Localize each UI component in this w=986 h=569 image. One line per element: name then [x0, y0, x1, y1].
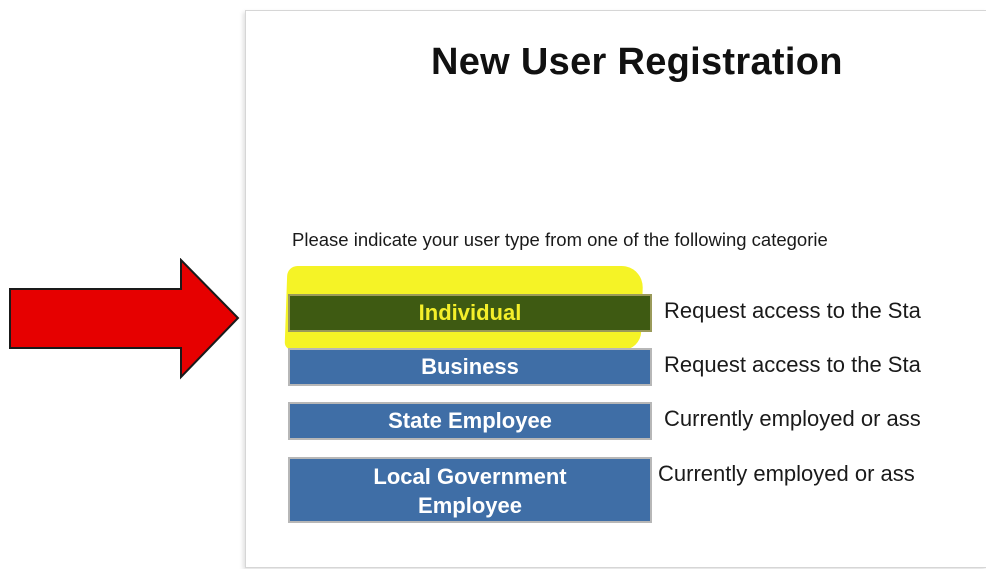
- local-government-label-line2: Employee: [418, 493, 522, 518]
- local-government-employee-button[interactable]: Local Government Employee: [288, 457, 652, 523]
- individual-button[interactable]: Individual: [288, 294, 652, 332]
- business-description: Request access to the Sta: [664, 352, 921, 377]
- page-title: New User Registration: [431, 41, 843, 83]
- state-employee-button[interactable]: State Employee: [288, 402, 652, 440]
- local-government-label-line1: Local Government: [373, 464, 567, 489]
- right-arrow-icon: [9, 258, 240, 380]
- registration-panel: New User Registration Please indicate yo…: [245, 10, 986, 568]
- local-government-description: Currently employed or ass: [658, 461, 915, 486]
- individual-description: Request access to the Sta: [664, 298, 921, 323]
- user-type-prompt: Please indicate your user type from one …: [292, 229, 828, 250]
- screenshot-canvas: New User Registration Please indicate yo…: [0, 0, 986, 569]
- business-button[interactable]: Business: [288, 348, 652, 386]
- state-employee-description: Currently employed or ass: [664, 406, 921, 431]
